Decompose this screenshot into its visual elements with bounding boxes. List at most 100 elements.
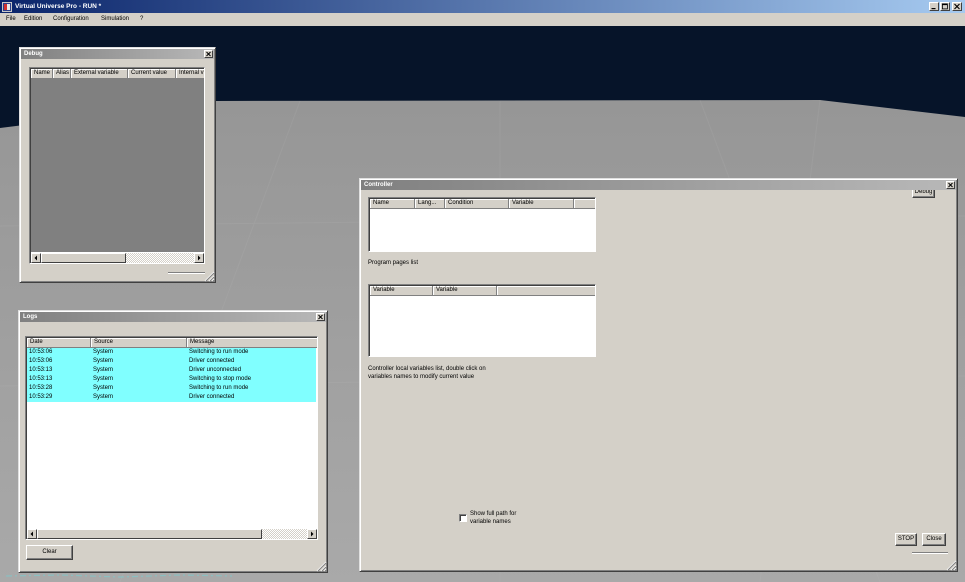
program-pages-header: Name Lang... Condition Variable xyxy=(370,199,595,209)
log-row[interactable]: 10:53:28 System Switching to run mode xyxy=(27,384,316,393)
controller-window-title-bar[interactable]: Controller xyxy=(361,180,956,190)
column-header-date[interactable]: Date xyxy=(27,338,91,348)
title-bar[interactable]: Virtual Universe Pro - RUN * xyxy=(0,0,965,13)
show-full-path-checkbox[interactable] xyxy=(459,514,467,522)
logs-horizontal-scrollbar[interactable] xyxy=(27,529,317,539)
scroll-left-button[interactable] xyxy=(27,529,37,539)
local-variables-header: Variable Variable xyxy=(370,286,595,296)
resize-grip-icon[interactable] xyxy=(204,271,215,282)
logs-list-header: Date Source Message xyxy=(27,338,317,348)
log-row[interactable]: 10:53:06 System Switching to run mode xyxy=(27,348,316,357)
log-row[interactable]: 10:53:13 System Switching to stop mode xyxy=(27,375,316,384)
show-full-path-label-line-1[interactable]: Show full path for xyxy=(470,510,516,518)
debug-list-header: Name Alias External variable Current val… xyxy=(31,69,204,79)
program-pages-list[interactable]: Name Lang... Condition Variable xyxy=(368,197,596,252)
column-header-condition[interactable]: Condition xyxy=(445,199,509,209)
local-variables-caption-line-2: variables names to modify current value xyxy=(368,374,475,380)
close-icon xyxy=(318,314,323,320)
column-header-name[interactable]: Name xyxy=(31,69,53,79)
close-icon xyxy=(954,3,960,10)
log-date: 10:53:29 xyxy=(29,394,53,400)
column-header-filler xyxy=(497,286,595,296)
column-header-internal-variable[interactable]: Internal v xyxy=(176,69,204,79)
column-header-source[interactable]: Source xyxy=(91,338,187,348)
logs-window-title: Logs xyxy=(23,314,38,320)
resize-grip-icon[interactable] xyxy=(316,561,327,572)
menu-help[interactable]: ? xyxy=(140,13,143,26)
log-source: System xyxy=(93,358,114,364)
menu-file[interactable]: File xyxy=(6,13,16,26)
logs-window-title-bar[interactable]: Logs xyxy=(20,312,326,322)
column-header-name[interactable]: Name xyxy=(370,199,415,209)
close-controller-button[interactable]: Close xyxy=(922,533,946,546)
column-header-message[interactable]: Message xyxy=(187,338,317,348)
column-header-alias[interactable]: Alias xyxy=(53,69,71,79)
scroll-left-button[interactable] xyxy=(31,253,41,263)
debug-window-title: Debug xyxy=(24,51,43,57)
debug-horizontal-scrollbar[interactable] xyxy=(31,253,204,263)
menu-simulation[interactable]: Simulation xyxy=(101,13,129,26)
maximize-button[interactable] xyxy=(940,2,950,11)
close-icon xyxy=(206,51,211,57)
log-date: 10:53:28 xyxy=(29,385,53,391)
menu-bar: File Edition Configuration Simulation ? xyxy=(0,13,965,26)
local-variables-caption-line-1: Controller local variables list, double … xyxy=(368,366,486,372)
log-message: Switching to stop mode xyxy=(189,376,252,382)
column-header-language[interactable]: Lang... xyxy=(415,199,445,209)
minimize-button[interactable] xyxy=(929,2,939,11)
log-source: System xyxy=(93,349,114,355)
menu-configuration[interactable]: Configuration xyxy=(53,13,89,26)
logs-window[interactable]: Logs Date Source Message 10:53:06 System… xyxy=(18,310,328,573)
local-variables-list[interactable]: Variable Variable xyxy=(368,284,596,357)
log-date: 10:53:13 xyxy=(29,376,53,382)
debug-window-title-bar[interactable]: Debug xyxy=(21,49,214,59)
log-message: Driver unconnected xyxy=(189,367,242,373)
arrow-left-icon xyxy=(30,531,33,537)
stop-button[interactable]: STOP xyxy=(895,533,917,546)
close-icon xyxy=(948,182,953,188)
controller-window-close-button[interactable] xyxy=(946,181,955,189)
scroll-right-button[interactable] xyxy=(307,529,317,539)
log-source: System xyxy=(93,394,114,400)
column-header-variable-value[interactable]: Variable xyxy=(433,286,497,296)
clear-button[interactable]: Clear xyxy=(26,545,73,560)
debug-variable-list[interactable]: Name Alias External variable Current val… xyxy=(29,67,205,264)
scroll-right-button[interactable] xyxy=(194,253,204,263)
controller-window-title: Controller xyxy=(364,182,393,188)
debug-window-close-button[interactable] xyxy=(204,50,213,58)
show-full-path-label-line-2[interactable]: variable names xyxy=(470,518,511,526)
log-message: Switching to run mode xyxy=(189,385,249,391)
controller-window[interactable]: Controller Debug Name Lang... Condition … xyxy=(359,178,958,572)
column-header-variable[interactable]: Variable xyxy=(370,286,433,296)
menu-edition[interactable]: Edition xyxy=(24,13,42,26)
debug-slider-track[interactable] xyxy=(168,272,205,274)
app-logo-icon xyxy=(2,2,12,12)
log-message: Switching to run mode xyxy=(189,349,249,355)
log-source: System xyxy=(93,385,114,391)
debug-list-body[interactable] xyxy=(31,79,204,252)
app-title: Virtual Universe Pro - RUN * xyxy=(15,3,102,10)
column-header-variable[interactable]: Variable xyxy=(509,199,574,209)
log-date: 10:53:06 xyxy=(29,358,53,364)
log-source: System xyxy=(93,367,114,373)
log-row[interactable]: 10:53:13 System Driver unconnected xyxy=(27,366,316,375)
resize-grip-icon[interactable] xyxy=(946,560,957,571)
log-row[interactable]: 10:53:29 System Driver connected xyxy=(27,393,316,402)
logs-list[interactable]: Date Source Message 10:53:06 System Swit… xyxy=(25,336,318,540)
scrollbar-thumb[interactable] xyxy=(37,529,262,539)
log-message: Driver connected xyxy=(189,394,235,400)
close-button[interactable] xyxy=(952,2,962,11)
logs-window-close-button[interactable] xyxy=(316,313,325,321)
column-header-external-variable[interactable]: External variable xyxy=(71,69,128,79)
log-source: System xyxy=(93,376,114,382)
controller-slider-track[interactable] xyxy=(912,552,948,554)
log-date: 10:53:06 xyxy=(29,349,53,355)
maximize-icon xyxy=(941,3,948,10)
debug-window[interactable]: Debug Name Alias External variable Curre… xyxy=(19,47,216,283)
log-row[interactable]: 10:53:06 System Driver connected xyxy=(27,357,316,366)
arrow-right-icon xyxy=(198,255,201,261)
column-header-filler xyxy=(574,199,595,209)
scrollbar-thumb[interactable] xyxy=(41,253,126,263)
column-header-current-value[interactable]: Current value xyxy=(128,69,176,79)
arrow-right-icon xyxy=(311,531,314,537)
